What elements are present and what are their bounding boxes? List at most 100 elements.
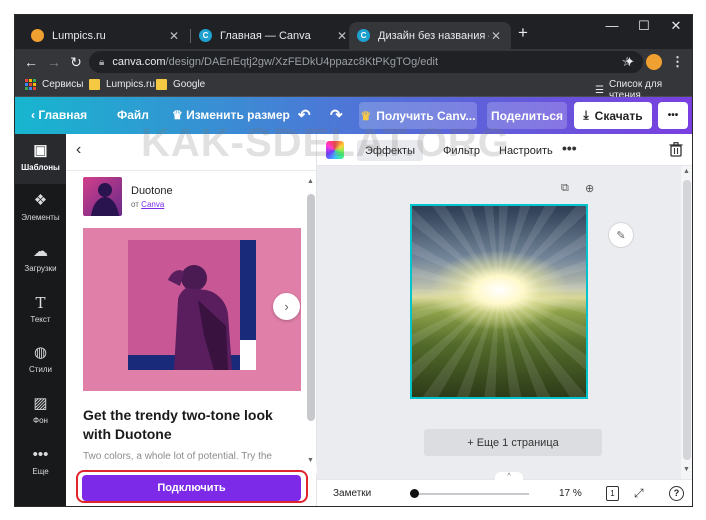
apps-panel: ‹ Duotone от Canva › Get the trendy two-… <box>66 134 317 506</box>
tab-lumpics[interactable]: Lumpics.ru ✕ <box>23 22 189 49</box>
zoom-value[interactable]: 17 % <box>559 488 582 499</box>
get-pro-label: Получить Canv... <box>376 108 476 123</box>
close-tab-icon[interactable]: ✕ <box>167 29 181 43</box>
duotone-portrait-figure <box>168 265 232 370</box>
reload-icon[interactable]: ↻ <box>67 53 85 71</box>
sidebar-item-background[interactable]: ▨ Фон <box>15 395 66 425</box>
scroll-down-arrow-icon[interactable]: ▼ <box>683 466 690 473</box>
chevron-right-icon[interactable]: › <box>273 293 300 320</box>
color-picker-icon[interactable] <box>326 141 344 159</box>
share-button[interactable]: Поделиться <box>487 102 567 129</box>
app-name: Duotone <box>131 185 173 197</box>
text-icon: T <box>35 294 46 312</box>
panel-divider <box>66 170 317 171</box>
close-tab-icon[interactable]: ✕ <box>489 29 503 43</box>
apps-grid-icon <box>25 79 36 90</box>
canva-header: ‹ Главная Файл ♛ Изменить размер ↶ ↷ ♛ По… <box>15 97 692 134</box>
undo-icon[interactable]: ↶ <box>298 106 311 124</box>
bookmark-label: Сервисы <box>42 79 84 90</box>
home-button[interactable]: ‹ Главная <box>31 108 87 122</box>
effects-button[interactable]: Эффекты <box>357 140 424 161</box>
zoom-slider[interactable] <box>413 493 529 495</box>
profile-avatar[interactable] <box>646 54 662 70</box>
tab-title: Главная — Canva <box>220 29 311 42</box>
comment-icon[interactable]: ✎ <box>608 222 634 248</box>
chevron-up-icon[interactable]: ^ <box>495 472 523 480</box>
canva-favicon-icon: C <box>357 29 370 42</box>
background-icon: ▨ <box>33 395 48 412</box>
extensions-puzzle-icon[interactable]: ✦ <box>624 54 635 70</box>
duotone-app-thumbnail <box>83 177 122 216</box>
folder-icon <box>156 79 167 90</box>
connect-button[interactable]: Подключить <box>82 475 301 501</box>
sidebar-item-label: Загрузки <box>24 264 57 273</box>
canvas-area: ⧉ ⊕ ✎ + Еще 1 страница <box>317 166 692 479</box>
tab-canva-design[interactable]: C Дизайн без названия — 1481 ✕ <box>349 22 511 49</box>
minimize-button[interactable]: — <box>598 17 626 35</box>
crown-icon: ♛ <box>172 108 187 122</box>
add-page-button[interactable]: + Еще 1 страница <box>424 429 602 456</box>
scroll-down-arrow-icon[interactable]: ▼ <box>307 457 314 464</box>
more-options-button[interactable]: ••• <box>658 102 688 129</box>
download-icon: ⤓ <box>583 108 589 122</box>
adjust-button[interactable]: Настроить <box>491 140 561 161</box>
redo-icon[interactable]: ↷ <box>330 106 343 124</box>
help-icon[interactable]: ? <box>669 486 684 501</box>
scroll-up-arrow-icon[interactable]: ▲ <box>683 168 690 175</box>
tab-title: Дизайн без названия — 1481 <box>378 29 489 42</box>
more-options-icon[interactable]: ••• <box>562 141 577 155</box>
preview-white-strip <box>240 340 256 370</box>
file-menu-button[interactable]: Файл <box>117 108 149 122</box>
url-host: canva.com <box>112 56 166 68</box>
sidebar-item-more[interactable]: ••• Еще <box>15 446 66 476</box>
sidebar-item-label: Текст <box>30 315 51 324</box>
sidebar-item-styles[interactable]: ◍ Стили <box>15 344 66 374</box>
new-tab-button[interactable]: + <box>518 24 528 41</box>
sidebar-item-elements[interactable]: ❖ Элементы <box>15 192 66 222</box>
bookmark-google[interactable]: Google <box>156 79 205 90</box>
tab-canva-home[interactable]: C Главная — Canva ✕ <box>191 22 357 49</box>
back-arrow-icon[interactable]: ← <box>22 53 40 71</box>
bookmark-lumpics[interactable]: Lumpics.ru <box>89 79 155 90</box>
maximize-button[interactable]: ☐ <box>630 17 658 35</box>
notes-button[interactable]: Заметки <box>333 488 371 499</box>
close-tab-icon[interactable]: ✕ <box>335 29 349 43</box>
sidebar-item-uploads[interactable]: ☁ Загрузки <box>15 243 66 273</box>
panel-scrollbar[interactable] <box>307 194 315 421</box>
close-window-button[interactable]: ✕ <box>662 17 690 35</box>
scroll-up-arrow-icon[interactable]: ▲ <box>307 178 314 185</box>
forward-arrow-icon[interactable]: → <box>45 53 63 71</box>
url-input[interactable]: 🔒︎ canva.com/design/DAEnEqtj2gw/XzFEDkU4… <box>89 51 643 73</box>
browser-window: Lumpics.ru ✕ C Главная — Canva ✕ C Дизай… <box>14 14 693 507</box>
sidebar-item-templates[interactable]: ▣ Шаблоны <box>15 134 66 184</box>
browser-menu-icon[interactable]: ⋮ <box>671 54 684 70</box>
download-button[interactable]: ⤓ Скачать <box>574 102 652 129</box>
editor-toolbar: Эффекты Фильтр Настроить ••• <box>317 134 692 166</box>
reading-list-icon: ☰ <box>595 84 604 96</box>
design-page[interactable] <box>410 204 588 399</box>
duplicate-page-icon[interactable]: ⧉ <box>561 182 569 195</box>
fullscreen-icon[interactable]: ⤢ <box>634 486 644 501</box>
sidebar-item-text[interactable]: T Текст <box>15 294 66 324</box>
trash-icon[interactable] <box>669 142 683 157</box>
filter-button[interactable]: Фильтр <box>435 140 488 161</box>
templates-icon: ▣ <box>33 142 48 159</box>
resize-button[interactable]: ♛ Изменить размер <box>172 108 290 122</box>
canva-favicon-icon: C <box>199 29 212 42</box>
author-link[interactable]: Canva <box>141 200 164 209</box>
bookmark-services[interactable]: Сервисы <box>25 79 83 90</box>
elements-icon: ❖ <box>33 192 48 209</box>
add-page-icon[interactable]: ⊕ <box>585 182 594 195</box>
bookmark-label: Google <box>173 79 206 90</box>
scrollbar-thumb[interactable] <box>683 180 691 460</box>
sidebar-item-label: Шаблоны <box>21 163 60 172</box>
address-bar: ← → ↻ 🔒︎ canva.com/design/DAEnEqtj2gw/Xz… <box>15 49 692 75</box>
get-pro-button[interactable]: ♛ Получить Canv... <box>359 102 477 129</box>
left-sidebar: ▣ Шаблоны ❖ Элементы ☁ Загрузки T Текст … <box>15 134 66 506</box>
home-label: Главная <box>38 108 88 122</box>
chevron-left-icon[interactable]: ‹ <box>76 142 81 158</box>
page-count-icon[interactable]: 1 <box>606 486 619 501</box>
canvas-scrollbar[interactable]: ▲ ▼ <box>681 166 692 479</box>
zoom-slider-knob[interactable] <box>410 489 419 498</box>
author-prefix: от <box>131 200 139 209</box>
